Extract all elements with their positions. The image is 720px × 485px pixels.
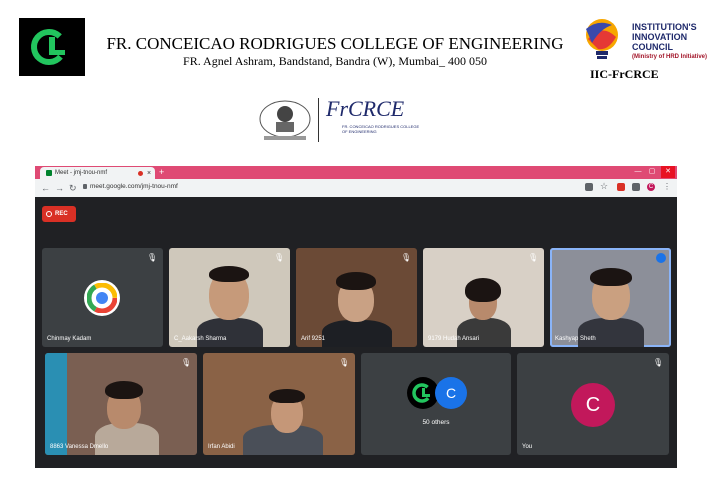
meet-stage: REC 🎙︎ Chinmay Kadam 🎙︎ C_Aakarsh Sharma xyxy=(35,197,677,468)
url-field[interactable]: meet.google.com/jmj-tnou-nmf xyxy=(90,183,178,190)
tab-title: Meet - jmj-tnou-nmf xyxy=(55,170,108,176)
mic-muted-icon: 🎙︎ xyxy=(274,253,285,262)
person-body xyxy=(457,318,511,347)
crest-icon xyxy=(259,100,311,140)
iic-line-3: COUNCIL xyxy=(632,42,673,52)
others-tile[interactable]: C 50 others xyxy=(361,353,511,455)
reload-icon[interactable]: ↻ xyxy=(69,182,77,194)
minimize-button[interactable]: — xyxy=(631,166,645,178)
iic-line-1: INSTITUTION'S xyxy=(632,22,697,32)
maximize-button[interactable]: ▢ xyxy=(645,166,659,178)
tab-bar: Meet - jmj-tnou-nmf × + — ▢ ✕ xyxy=(35,166,677,179)
college-title: FR. CONCEICAO RODRIGUES COLLEGE OF ENGIN… xyxy=(106,34,564,53)
pdf-extension-icon[interactable] xyxy=(617,183,625,191)
address-bar: ← → ↻ meet.google.com/jmj-tnou-nmf ☆ C ⋮ xyxy=(35,179,677,197)
participant-tile[interactable]: 🎙︎ 9179 Hudah Ansari xyxy=(423,248,544,347)
participant-tile[interactable]: 🎙︎ C_Aakarsh Sharma xyxy=(169,248,290,347)
person-hair xyxy=(590,268,632,286)
iic-bulb-logo xyxy=(586,19,618,59)
extensions-puzzle-icon[interactable] xyxy=(632,183,640,191)
participant-tile[interactable]: 🎙︎ Chinmay Kadam xyxy=(42,248,163,347)
cl-logo-icon xyxy=(31,29,67,65)
tab-meet[interactable]: Meet - jmj-tnou-nmf × xyxy=(40,167,155,179)
new-tab-button[interactable]: + xyxy=(159,167,164,177)
frcrce-subtitle: FR. CONCEICAO RODRIGUES COLLEGE OF ENGIN… xyxy=(342,124,420,134)
cl-mini-logo-icon xyxy=(412,383,432,403)
participant-name: Irfan Abidi xyxy=(208,444,235,450)
others-count-label: 50 others xyxy=(422,419,450,426)
profile-avatar[interactable]: C xyxy=(647,183,655,191)
back-icon[interactable]: ← xyxy=(41,182,50,194)
rec-icon xyxy=(46,211,52,217)
participant-name: Arif 9251 xyxy=(301,336,326,342)
forward-icon[interactable]: → xyxy=(55,182,64,194)
chrome-logo-icon xyxy=(87,283,117,313)
camera-icon[interactable] xyxy=(585,183,593,191)
iic-council-text: INSTITUTION'S INNOVATION COUNCIL (Minist… xyxy=(632,22,718,62)
participant-tile[interactable]: 🎙︎ Irfan Abidi xyxy=(203,353,355,455)
person-hair xyxy=(465,278,501,302)
person-body xyxy=(322,320,392,347)
rec-label: REC xyxy=(55,211,68,217)
chrome-avatar-icon xyxy=(84,280,120,316)
iic-line-2: INNOVATION xyxy=(632,32,688,42)
iic-name: IIC-FrCRCE xyxy=(590,67,659,81)
person-body xyxy=(578,318,644,347)
mic-muted-icon: 🎙︎ xyxy=(181,358,192,367)
college-address: FR. Agnel Ashram, Bandstand, Bandra (W),… xyxy=(183,54,487,68)
mic-muted-icon: 🎙︎ xyxy=(528,253,539,262)
participant-tile-active[interactable]: Kashyap Sheth xyxy=(550,248,671,347)
browser-window: Meet - jmj-tnou-nmf × + — ▢ ✕ ← → ↻ meet… xyxy=(35,166,677,468)
participant-name: 9179 Hudah Ansari xyxy=(428,336,480,342)
self-tile[interactable]: C 🎙︎ You xyxy=(517,353,669,455)
participant-tile[interactable]: 🎙︎ 8863 Vanessa Dmello xyxy=(45,353,197,455)
participant-name: C_Aakarsh Sharma xyxy=(174,336,227,342)
rec-button[interactable]: REC xyxy=(42,206,76,222)
more-menu-icon[interactable]: ⋮ xyxy=(663,182,671,191)
mic-muted-icon: 🎙︎ xyxy=(401,253,412,262)
self-avatar: C xyxy=(571,383,615,427)
person-hair xyxy=(209,266,249,282)
participant-tile[interactable]: 🎙︎ Arif 9251 xyxy=(296,248,417,347)
frcrce-brand: FrCRCE xyxy=(326,96,405,121)
iic-line-4: (Ministry of HRD Initiative) xyxy=(632,54,708,60)
window-close-button[interactable]: ✕ xyxy=(661,166,675,178)
recording-dot-icon xyxy=(138,170,143,176)
mic-muted-icon: 🎙︎ xyxy=(147,253,158,262)
person-hair xyxy=(336,272,376,290)
person-body xyxy=(197,318,263,347)
person-hair xyxy=(105,381,143,399)
frcrce-logo: FrCRCE FR. CONCEICAO RODRIGUES COLLEGE O… xyxy=(256,96,424,146)
speaking-indicator-icon xyxy=(656,253,666,263)
bookmark-star-icon[interactable]: ☆ xyxy=(600,181,608,192)
logo-divider xyxy=(318,98,319,142)
others-avatar: C xyxy=(435,377,467,409)
participant-name: Chinmay Kadam xyxy=(47,336,92,342)
self-label: You xyxy=(522,444,533,450)
lock-icon xyxy=(83,184,87,189)
background-curtain xyxy=(45,353,67,455)
cl-logo xyxy=(19,18,85,76)
tab-close-icon[interactable]: × xyxy=(147,170,155,177)
person-hair xyxy=(269,389,305,403)
mic-muted-icon: 🎙︎ xyxy=(653,358,664,367)
mic-muted-icon: 🎙︎ xyxy=(339,358,350,367)
participant-name: 8863 Vanessa Dmello xyxy=(50,444,109,450)
meet-favicon-icon xyxy=(46,170,52,176)
participant-name: Kashyap Sheth xyxy=(555,336,596,342)
